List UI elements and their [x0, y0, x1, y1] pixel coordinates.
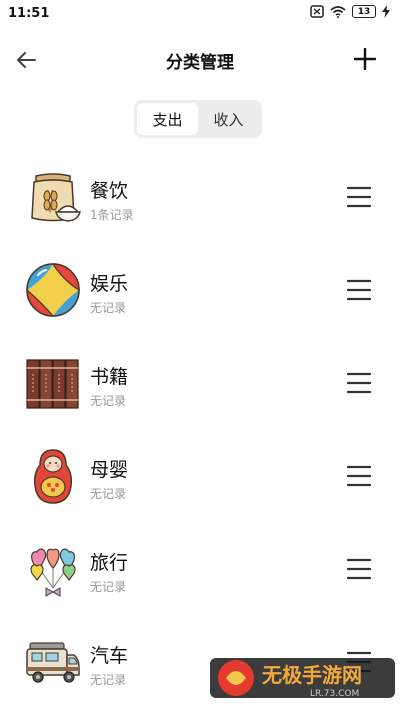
beach-ball-icon: [26, 263, 80, 317]
type-segment: 支出 收入: [134, 100, 262, 138]
category-name: 娱乐: [90, 273, 129, 295]
category-name: 书籍: [90, 366, 129, 388]
books-icon: [26, 359, 79, 409]
category-record-count: 无记录: [90, 394, 127, 408]
battery-level: 13: [357, 6, 371, 17]
list-item[interactable]: 餐饮 1条记录: [0, 150, 400, 243]
category-name: 旅行: [90, 552, 129, 574]
status-icons: 13: [310, 5, 390, 18]
matryoshka-doll-icon: [33, 449, 73, 504]
category-name: 母婴: [90, 459, 129, 481]
rice-bag-icon: [31, 173, 81, 222]
wifi-icon: [330, 5, 346, 18]
category-record-count: 无记录: [90, 673, 127, 687]
drag-handle-icon[interactable]: [346, 556, 372, 582]
list-item[interactable]: 书籍 无记录: [0, 336, 400, 429]
charging-icon: [382, 5, 390, 18]
watermark-logo: 无极手游网 LR.73.COM: [210, 658, 395, 699]
category-name: 汽车: [90, 645, 129, 667]
category-record-count: 无记录: [90, 580, 127, 594]
tab-expense[interactable]: 支出: [137, 103, 198, 135]
drag-handle-icon[interactable]: [346, 463, 372, 489]
status-bar: 11:51 13: [0, 0, 400, 28]
list-item[interactable]: 旅行 无记录: [0, 522, 400, 615]
tab-income[interactable]: 收入: [198, 103, 259, 135]
add-category-button[interactable]: [350, 44, 380, 74]
category-record-count: 1条记录: [90, 208, 134, 222]
category-record-count: 无记录: [90, 487, 127, 501]
watermark-subtext: LR.73.COM: [310, 689, 359, 699]
category-name: 餐饮: [90, 180, 129, 202]
list-item[interactable]: 母婴 无记录: [0, 429, 400, 522]
status-time: 11:51: [8, 6, 50, 21]
camper-van-icon: [26, 642, 80, 683]
header: 分类管理: [0, 38, 400, 82]
plus-icon: [354, 48, 376, 70]
watermark-text: 无极手游网: [262, 663, 362, 687]
list-item[interactable]: 娱乐 无记录: [0, 243, 400, 336]
page-title: 分类管理: [166, 53, 234, 73]
category-record-count: 无记录: [90, 301, 127, 315]
drag-handle-icon[interactable]: [346, 277, 372, 303]
drag-handle-icon[interactable]: [346, 370, 372, 396]
sim-off-icon: [310, 5, 324, 18]
drag-handle-icon[interactable]: [346, 184, 372, 210]
battery-icon: 13: [352, 5, 376, 18]
heart-balloons-icon: [30, 548, 76, 597]
